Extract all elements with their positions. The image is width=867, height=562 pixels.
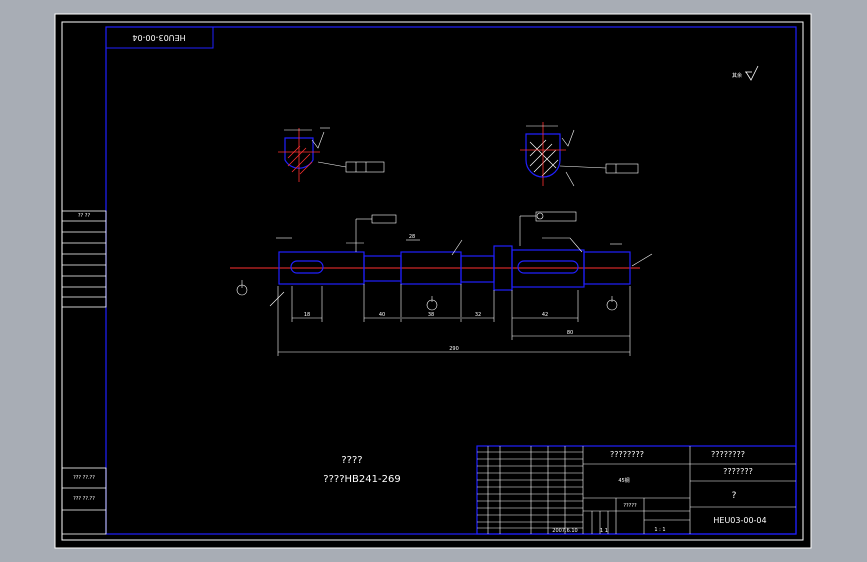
dim-overall: 290 xyxy=(449,346,459,352)
drawing-number-rotated: HEU03-00-04 xyxy=(132,33,185,42)
title-material-row: ???????? xyxy=(610,450,644,459)
side-label-0: ?? ?? xyxy=(78,213,91,219)
title-drawing-number: HEU03-00-04 xyxy=(713,516,766,525)
dim-seg-b: 40 xyxy=(379,312,385,318)
side-label-1: ??? ??.?? xyxy=(73,475,95,481)
drawing-background xyxy=(54,13,812,549)
requirements-heading: ???? xyxy=(341,455,362,466)
dim-seg-e: 42 xyxy=(542,312,548,318)
dim-seg-f: 28 xyxy=(409,234,415,240)
requirements-text: ????HB241-269 xyxy=(323,474,400,485)
dim-right-span: 80 xyxy=(567,330,573,336)
title-qty-label: 45钢 xyxy=(618,477,629,484)
side-label-2: ??? ??.?? xyxy=(73,496,95,502)
cad-drawing-canvas: HEU03-00-04 ?? ?? ??? ??.?? ??? ??.?? 其余 xyxy=(54,13,812,549)
dim-seg-d: 32 xyxy=(475,312,481,318)
title-part-name: ??????? xyxy=(723,467,753,476)
title-designer-label: ???????? xyxy=(711,450,745,459)
title-scale-mark: ? xyxy=(732,491,737,501)
title-sheet: 1 1 xyxy=(600,528,608,534)
title-ratio: 1 : 1 xyxy=(654,527,665,533)
title-date: 2007.6.10 xyxy=(552,528,577,534)
roughness-note: 其余 xyxy=(732,72,742,79)
dim-seg-c: 38 xyxy=(428,312,434,318)
title-mass-label: ????? xyxy=(623,503,637,509)
dim-seg-a: 18 xyxy=(304,312,310,318)
